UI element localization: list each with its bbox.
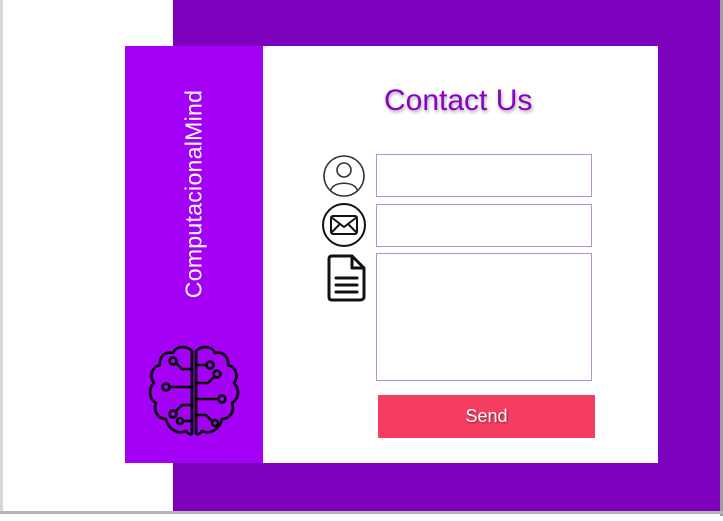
document-icon	[327, 254, 366, 302]
name-input[interactable]	[376, 154, 592, 197]
brain-circuit-icon	[148, 345, 240, 436]
send-button[interactable]: Send	[378, 395, 595, 438]
email-input[interactable]	[376, 204, 592, 247]
page-title: Contact Us	[384, 84, 533, 117]
envelope-icon	[322, 203, 366, 247]
frame-edge-left	[0, 0, 3, 514]
user-icon	[323, 155, 365, 197]
frame-edge-bottom	[0, 511, 723, 514]
message-textarea[interactable]	[376, 253, 592, 381]
brand-name: ComputacionalMind	[180, 89, 207, 299]
